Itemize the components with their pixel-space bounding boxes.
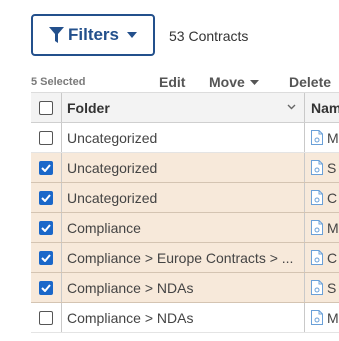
- table-row[interactable]: Compliance > NDAs S: [31, 273, 339, 303]
- row-checkbox[interactable]: [39, 160, 53, 175]
- name-cell[interactable]: S: [306, 153, 339, 182]
- table-row[interactable]: Uncategorized M: [31, 123, 339, 153]
- name-cell[interactable]: C: [306, 243, 339, 272]
- table-row[interactable]: Uncategorized S: [31, 153, 339, 183]
- table-row[interactable]: Uncategorized C: [31, 183, 339, 213]
- row-checkbox[interactable]: [39, 250, 53, 265]
- name-cell[interactable]: C: [306, 183, 339, 212]
- contracts-count: 53 Contracts: [169, 28, 249, 44]
- name-header-label: Nam: [311, 99, 339, 116]
- checkmark-icon: [41, 163, 51, 172]
- checkmark-icon: [41, 193, 51, 202]
- select-all-checkbox[interactable]: [39, 100, 53, 115]
- document-icon: [311, 310, 323, 325]
- document-icon: [311, 280, 323, 295]
- filters-label: Filters: [67, 25, 120, 44]
- folder-column-header[interactable]: Folder: [62, 93, 305, 122]
- chevron-down-icon[interactable]: [287, 104, 296, 110]
- document-icon: [311, 220, 323, 235]
- checkmark-icon: [41, 283, 51, 292]
- delete-button[interactable]: Delete: [289, 74, 331, 90]
- folder-text: Compliance > NDAs: [67, 309, 194, 326]
- filters-button[interactable]: Filters: [31, 14, 155, 56]
- document-icon: [311, 250, 323, 265]
- checkmark-icon: [41, 253, 51, 262]
- name-cell[interactable]: M: [306, 123, 339, 152]
- row-checkbox[interactable]: [39, 280, 53, 295]
- folder-text: Uncategorized: [67, 159, 158, 176]
- table-row[interactable]: Compliance > Europe Contracts > ... C: [31, 243, 339, 273]
- folder-cell: Uncategorized: [62, 153, 305, 182]
- name-cell[interactable]: S: [306, 273, 339, 302]
- name-text: M: [327, 219, 339, 236]
- name-text: S: [327, 279, 337, 296]
- name-cell[interactable]: M: [306, 303, 339, 332]
- folder-text: Uncategorized: [67, 129, 158, 146]
- name-text: M: [327, 129, 339, 146]
- contracts-table: Folder Nam Uncategorized M Uncategorized S U…: [31, 92, 339, 333]
- row-checkbox[interactable]: [39, 220, 53, 235]
- document-icon: [311, 160, 323, 175]
- folder-cell: Compliance: [62, 213, 305, 242]
- document-icon: [311, 190, 323, 205]
- bulk-action-toolbar: 5 Selected Edit Move Delete: [0, 72, 339, 92]
- folder-cell: Compliance > Europe Contracts > ...: [62, 243, 305, 272]
- table-row[interactable]: Compliance M: [31, 213, 339, 243]
- row-check-cell: [31, 273, 62, 302]
- table-row[interactable]: Compliance > NDAs M: [31, 303, 339, 333]
- row-check-cell: [31, 213, 62, 242]
- row-check-cell: [31, 183, 62, 212]
- document-icon: [311, 130, 323, 145]
- edit-button[interactable]: Edit: [159, 74, 185, 90]
- row-check-cell: [31, 243, 62, 272]
- row-check-cell: [31, 153, 62, 182]
- name-text: C: [327, 249, 338, 266]
- caret-down-icon: [127, 32, 138, 38]
- name-text: S: [327, 159, 337, 176]
- move-label: Move: [209, 74, 245, 90]
- table-body: Uncategorized M Uncategorized S Uncategorize…: [31, 123, 339, 333]
- row-checkbox[interactable]: [39, 310, 53, 325]
- row-check-cell: [31, 303, 62, 332]
- name-text: C: [327, 189, 338, 206]
- folder-text: Compliance > NDAs: [67, 279, 194, 296]
- folder-text: Compliance > Europe Contracts > ...: [67, 249, 294, 266]
- folder-text: Uncategorized: [67, 189, 158, 206]
- funnel-icon: [48, 26, 64, 44]
- folder-header-label: Folder: [67, 99, 110, 116]
- name-column-header[interactable]: Nam: [306, 93, 339, 122]
- folder-cell: Compliance > NDAs: [62, 273, 305, 302]
- folder-text: Compliance: [67, 219, 141, 236]
- caret-down-icon: [249, 79, 259, 85]
- folder-cell: Uncategorized: [62, 123, 305, 152]
- name-text: M: [327, 309, 339, 326]
- select-all-cell: [31, 93, 62, 122]
- row-checkbox[interactable]: [39, 190, 53, 205]
- folder-cell: Compliance > NDAs: [62, 303, 305, 332]
- name-cell[interactable]: M: [306, 213, 339, 242]
- table-header-row: Folder Nam: [31, 92, 339, 123]
- selected-count: 5 Selected: [31, 76, 86, 88]
- row-check-cell: [31, 123, 62, 152]
- row-checkbox[interactable]: [39, 130, 53, 145]
- folder-cell: Uncategorized: [62, 183, 305, 212]
- checkmark-icon: [41, 223, 51, 232]
- move-button[interactable]: Move: [209, 74, 259, 90]
